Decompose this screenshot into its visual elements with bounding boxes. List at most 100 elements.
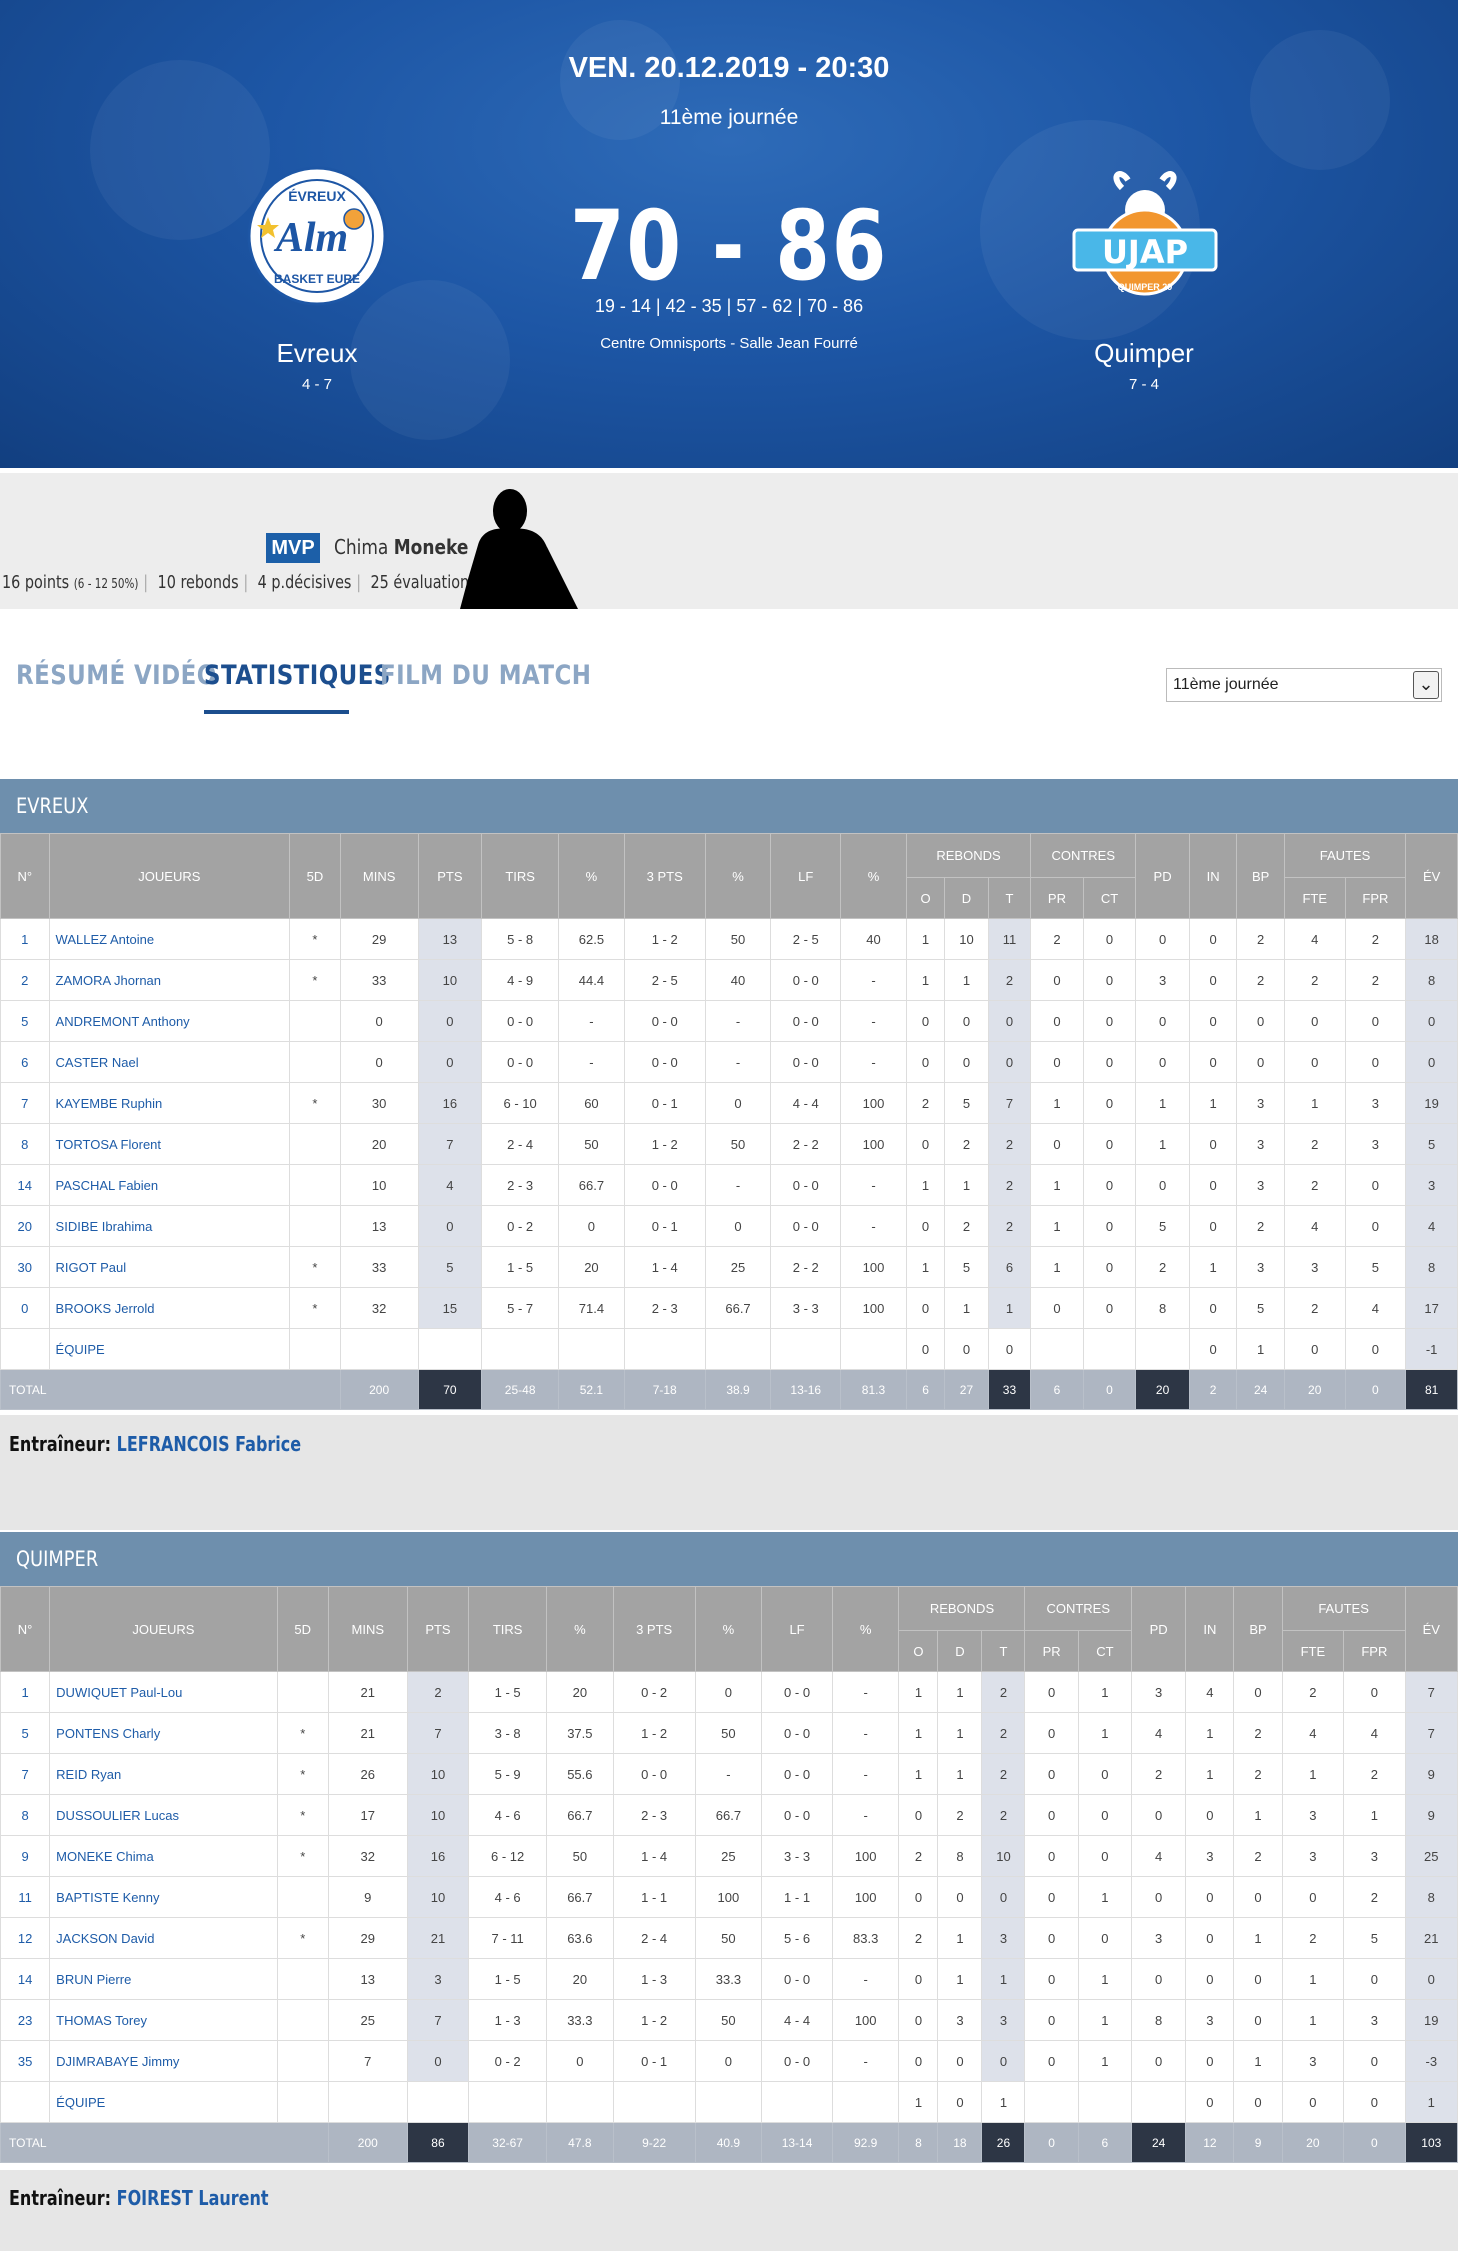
stat-cell: 1: [944, 959, 989, 1001]
stat-cell: 23: [0, 1999, 51, 2041]
away-team-name[interactable]: Quimper: [1014, 338, 1274, 369]
player-name[interactable]: BAPTISTE Kenny: [49, 1876, 278, 1918]
stat-cell: 0: [1024, 1958, 1079, 2000]
stat-cell: 5: [0, 1712, 51, 1754]
coach-name-quimper[interactable]: FOIREST Laurent: [117, 2186, 269, 2210]
stat-cell: 1: [1343, 1794, 1406, 1836]
player-name[interactable]: RIGOT Paul: [48, 1246, 291, 1288]
total-cell: 24: [1236, 1369, 1285, 1410]
stat-cell: 0: [937, 1876, 983, 1918]
stat-cell: 30: [0, 1246, 50, 1288]
stat-cell: 17: [327, 1794, 408, 1836]
col-fautes-fte: FTE: [1283, 877, 1346, 919]
stat-cell: 1: [981, 1958, 1026, 2000]
player-name[interactable]: BRUN Pierre: [49, 1958, 278, 2000]
stat-cell: 0: [694, 2040, 763, 2082]
stat-cell: 1: [1188, 1246, 1238, 1288]
match-round: 11ème journée: [659, 106, 799, 129]
stat-cell: 2: [1343, 1876, 1406, 1918]
col-five: 5D: [276, 1586, 329, 1672]
stat-cell: 15: [417, 1287, 483, 1329]
player-name[interactable]: REID Ryan: [49, 1753, 278, 1795]
mvp-player-name[interactable]: Chima Moneke: [334, 535, 468, 559]
chevron-down-icon[interactable]: ⌄: [1413, 671, 1439, 699]
col-tirs-pct: %: [546, 1586, 614, 1672]
player-name[interactable]: DJIMRABAYE Jimmy: [49, 2040, 278, 2082]
player-name[interactable]: THOMAS Torey: [49, 1999, 278, 2041]
player-name[interactable]: JACKSON David: [49, 1917, 278, 1959]
player-name[interactable]: TORTOSA Florent: [48, 1123, 291, 1165]
stat-cell: 21: [406, 1917, 470, 1959]
stat-cell: 25: [704, 1246, 772, 1288]
stat-cell: 1 - 2: [612, 1712, 696, 1754]
round-select[interactable]: 11ème journée ⌄: [1166, 668, 1442, 702]
total-cell: 26: [981, 2122, 1026, 2163]
stat-cell: 0 - 1: [612, 2040, 696, 2082]
player-name[interactable]: ANDREMONT Anthony: [48, 1000, 291, 1042]
stat-cell: 2: [1233, 1753, 1283, 1795]
stat-cell: 0: [1030, 1041, 1084, 1083]
stat-cell: 7: [1404, 1712, 1458, 1754]
stat-cell: -: [704, 1164, 772, 1206]
stat-cell: 8: [1404, 1876, 1458, 1918]
stat-cell: 0: [1185, 1917, 1235, 1959]
col-reb-d: D: [944, 877, 989, 919]
stat-cell: 0: [1024, 1835, 1079, 1877]
col-reb-t: T: [987, 877, 1032, 919]
player-name[interactable]: PONTENS Charly: [49, 1712, 278, 1754]
player-name[interactable]: SIDIBE Ibrahima: [48, 1205, 291, 1247]
quimper-logo[interactable]: UJAP QUIMPER 29: [1070, 168, 1220, 308]
stat-cell: 2 - 4: [612, 1917, 696, 1959]
stat-cell: 0: [905, 1287, 946, 1329]
tab-statistics[interactable]: STATISTIQUES: [204, 660, 391, 691]
stat-cell: 1: [944, 1287, 989, 1329]
stat-cell: 0 - 0: [761, 1958, 833, 2000]
stat-cell: 1: [937, 1671, 983, 1713]
tab-video-summary[interactable]: RÉSUMÉ VIDÉO: [16, 660, 217, 691]
stat-cell: 83.3: [831, 1917, 900, 1959]
player-name[interactable]: PASCHAL Fabien: [48, 1164, 291, 1206]
stat-cell: 2: [937, 1794, 983, 1836]
stat-cell: 21: [327, 1712, 408, 1754]
player-name[interactable]: DUSSOULIER Lucas: [49, 1794, 278, 1836]
stat-cell: -: [840, 1205, 907, 1247]
player-name[interactable]: BROOKS Jerrold: [48, 1287, 291, 1329]
stat-cell: [623, 1328, 706, 1370]
stat-cell: 2: [1236, 918, 1285, 960]
team-row: ÉQUIPE 1 0 1 0 0 0 0 1: [0, 2081, 1458, 2123]
stat-cell: 1 - 2: [623, 1123, 706, 1165]
stat-cell: 100: [840, 1123, 907, 1165]
stat-cell: 0: [937, 2040, 983, 2082]
stat-cell: 1: [1077, 1958, 1133, 2000]
stat-cell: 0: [704, 1205, 772, 1247]
total-cell: 81.3: [840, 1369, 907, 1410]
stat-cell: 1: [944, 1164, 989, 1206]
stat-cell: 1: [1077, 2040, 1133, 2082]
player-name[interactable]: MONEKE Chima: [49, 1835, 278, 1877]
stat-cell: 1 - 5: [468, 1671, 548, 1713]
stat-cell: 0 - 0: [623, 1041, 706, 1083]
stat-cell: [276, 1671, 329, 1713]
stat-cell: 1: [1030, 1246, 1084, 1288]
total-cell: 47.8: [546, 2122, 614, 2163]
mvp-assists: 4 p.décisives: [257, 572, 352, 593]
stat-cell: 0: [1082, 1123, 1137, 1165]
stat-cell: 8: [1405, 1246, 1458, 1288]
col-five: 5D: [289, 833, 341, 919]
player-name[interactable]: WALLEZ Antoine: [48, 918, 291, 960]
stat-cell: *: [289, 1082, 341, 1124]
player-name[interactable]: ZAMORA Jhornan: [48, 959, 291, 1001]
stat-cell: 0: [1135, 1000, 1190, 1042]
player-name[interactable]: CASTER Nael: [48, 1041, 291, 1083]
stat-cell: -: [704, 1041, 772, 1083]
coach-name-evreux[interactable]: LEFRANCOIS Fabrice: [117, 1432, 302, 1456]
player-name[interactable]: DUWIQUET Paul-Lou: [49, 1671, 278, 1713]
stat-cell: 3: [1343, 1835, 1406, 1877]
col-ev: ÉV: [1405, 833, 1458, 919]
player-name[interactable]: KAYEMBE Ruphin: [48, 1082, 291, 1124]
stat-cell: 5 - 9: [468, 1753, 548, 1795]
stat-cell: 3: [1343, 1999, 1406, 2041]
tab-match-film[interactable]: FILM DU MATCH: [380, 660, 591, 691]
stat-cell: 3: [1344, 1123, 1407, 1165]
stat-cell: 11: [987, 918, 1032, 960]
